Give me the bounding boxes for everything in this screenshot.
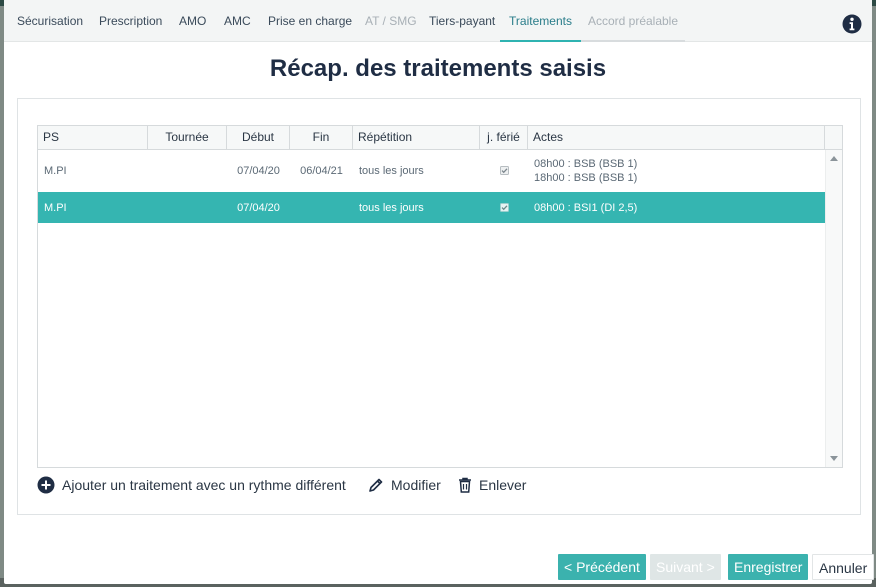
cell-tournee xyxy=(148,192,227,223)
scroll-up-icon[interactable] xyxy=(830,156,838,161)
cell-jour-ferie xyxy=(480,192,528,223)
remove-label: Enlever xyxy=(479,477,527,493)
add-treatment-button[interactable]: Ajouter un traitement avec un rythme dif… xyxy=(37,475,346,495)
tab-amo[interactable]: AMO xyxy=(179,0,206,42)
table-row-selected[interactable]: M.PI 07/04/20 tous les jours 08h00 : BSI… xyxy=(38,192,825,223)
page-title: Récap. des traitements saisis xyxy=(269,55,607,82)
checkbox-checked-icon[interactable] xyxy=(499,203,509,212)
table-row[interactable]: M.PI 07/04/20 06/04/21 tous les jours 08… xyxy=(38,150,825,191)
add-treatment-label: Ajouter un traitement avec un rythme dif… xyxy=(62,477,346,493)
acte-line: 18h00 : BSB (BSB 1) xyxy=(534,171,638,184)
column-header-tournee[interactable]: Tournée xyxy=(148,126,227,149)
column-header-jour-ferie[interactable]: j. férié xyxy=(480,126,528,149)
cell-debut: 07/04/20 xyxy=(237,164,280,177)
cell-actes: 08h00 : BSB (BSB 1) 18h00 : BSB (BSB 1) xyxy=(534,150,825,191)
cell-fin xyxy=(290,192,353,223)
table-vertical-scrollbar[interactable] xyxy=(825,150,842,467)
cell-repetition: tous les jours xyxy=(359,201,424,214)
tab-prescription[interactable]: Prescription xyxy=(99,0,162,42)
table-header: PS Tournée Début Fin Répétition j. férié… xyxy=(38,126,842,150)
treatment-dialog: Sécurisation Prescription AMO AMC Prise … xyxy=(4,0,875,584)
column-header-ps[interactable]: PS xyxy=(38,126,148,149)
cell-jour-ferie xyxy=(480,150,528,191)
cell-tournee xyxy=(148,150,227,191)
tab-bar: Sécurisation Prescription AMO AMC Prise … xyxy=(4,0,872,42)
tab-tiers-payant[interactable]: Tiers-payant xyxy=(429,0,495,42)
previous-button[interactable]: < Précédent xyxy=(558,554,646,580)
tab-prise-en-charge[interactable]: Prise en charge xyxy=(268,0,352,42)
column-header-actes[interactable]: Actes xyxy=(528,126,825,149)
acte-line: 08h00 : BSB (BSB 1) xyxy=(534,157,638,170)
scroll-down-icon[interactable] xyxy=(830,456,838,461)
tab-securisation[interactable]: Sécurisation xyxy=(17,0,83,42)
treatments-panel: PS Tournée Début Fin Répétition j. férié… xyxy=(17,98,861,515)
tab-traitements[interactable]: Traitements xyxy=(500,0,581,42)
cell-fin: 06/04/21 xyxy=(300,164,343,177)
tab-accord-prealable: Accord préalable xyxy=(581,0,685,42)
save-button[interactable]: Enregistrer xyxy=(728,554,809,580)
acte-line: 08h00 : BSI1 (DI 2,5) xyxy=(534,201,638,214)
remove-button[interactable]: Enlever xyxy=(458,475,526,495)
modify-button[interactable]: Modifier xyxy=(368,475,441,495)
column-header-debut[interactable]: Début xyxy=(227,126,290,149)
cell-repetition: tous les jours xyxy=(359,164,424,177)
cell-ps: M.PI xyxy=(44,201,67,214)
trash-icon xyxy=(459,477,471,493)
cancel-button[interactable]: Annuler xyxy=(812,554,875,580)
cell-actes: 08h00 : BSI1 (DI 2,5) xyxy=(534,192,825,223)
column-header-fin[interactable]: Fin xyxy=(290,126,353,149)
next-button: Suivant > xyxy=(650,554,721,580)
tab-amc[interactable]: AMC xyxy=(224,0,251,42)
pencil-icon xyxy=(369,478,383,492)
cell-ps: M.PI xyxy=(44,164,67,177)
plus-circle-icon xyxy=(37,476,55,494)
modify-label: Modifier xyxy=(391,477,441,493)
cell-debut: 07/04/20 xyxy=(237,201,280,214)
treatments-table: PS Tournée Début Fin Répétition j. férié… xyxy=(37,125,843,468)
info-circle-icon[interactable] xyxy=(842,14,862,34)
tab-at-smg: AT / SMG xyxy=(365,14,417,28)
checkbox-checked-icon[interactable] xyxy=(499,166,509,175)
column-header-repetition[interactable]: Répétition xyxy=(353,126,480,149)
